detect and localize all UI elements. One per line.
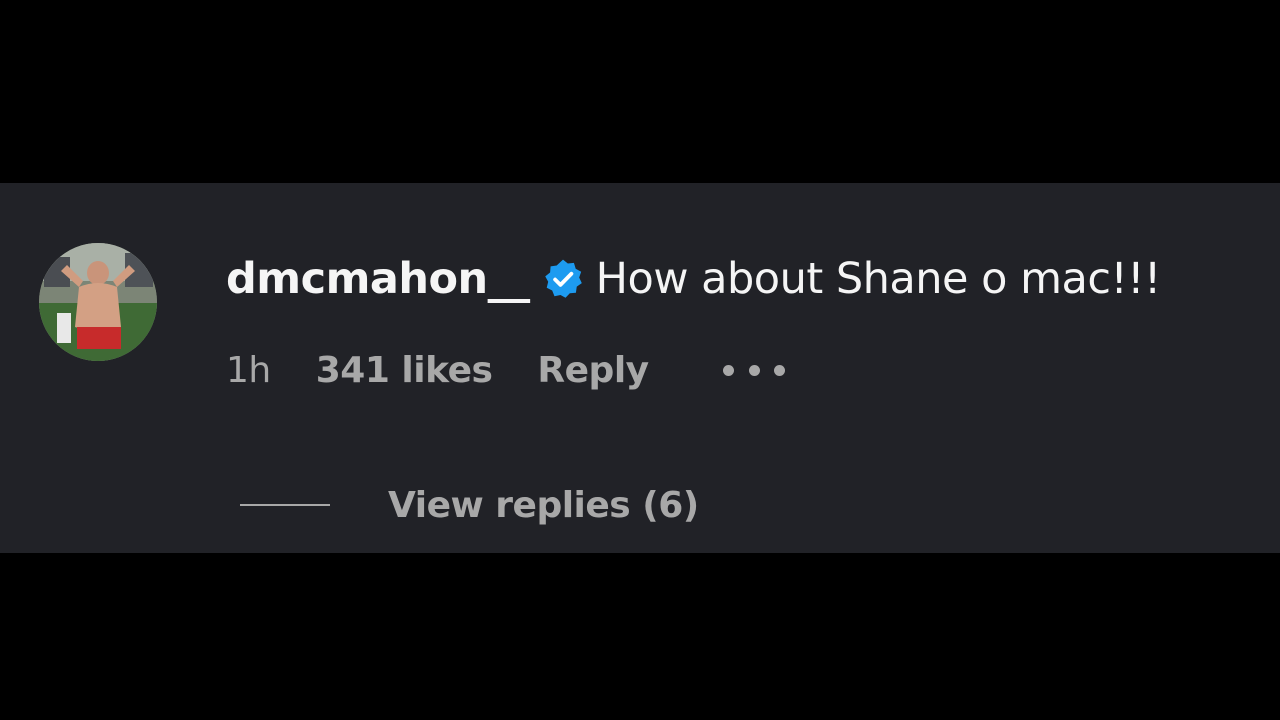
view-replies-button[interactable]: View replies (6) xyxy=(240,481,699,529)
comment-text: How about Shane o mac!!! xyxy=(595,254,1162,304)
verified-badge-icon xyxy=(542,258,584,300)
replies-divider xyxy=(240,504,330,506)
reply-button[interactable]: Reply xyxy=(537,350,649,391)
dot xyxy=(723,364,734,376)
comment-line: dmcmahon__ How about Shane o mac!!! xyxy=(226,249,1161,309)
comment-meta: 1h 341 likes Reply xyxy=(226,345,785,395)
username-link[interactable]: dmcmahon__ xyxy=(226,254,530,304)
dot xyxy=(774,364,785,376)
screenshot-frame: dmcmahon__ How about Shane o mac!!! 1h 3… xyxy=(0,0,1280,720)
view-replies-label: View replies (6) xyxy=(388,484,699,526)
more-options-icon[interactable] xyxy=(723,345,785,395)
comment-item: dmcmahon__ How about Shane o mac!!! 1h 3… xyxy=(0,183,1280,553)
likes-count[interactable]: 341 likes xyxy=(316,350,493,391)
avatar[interactable] xyxy=(39,243,157,361)
dot xyxy=(748,364,760,376)
comment-timestamp[interactable]: 1h xyxy=(226,350,271,391)
avatar-photo xyxy=(39,243,157,361)
